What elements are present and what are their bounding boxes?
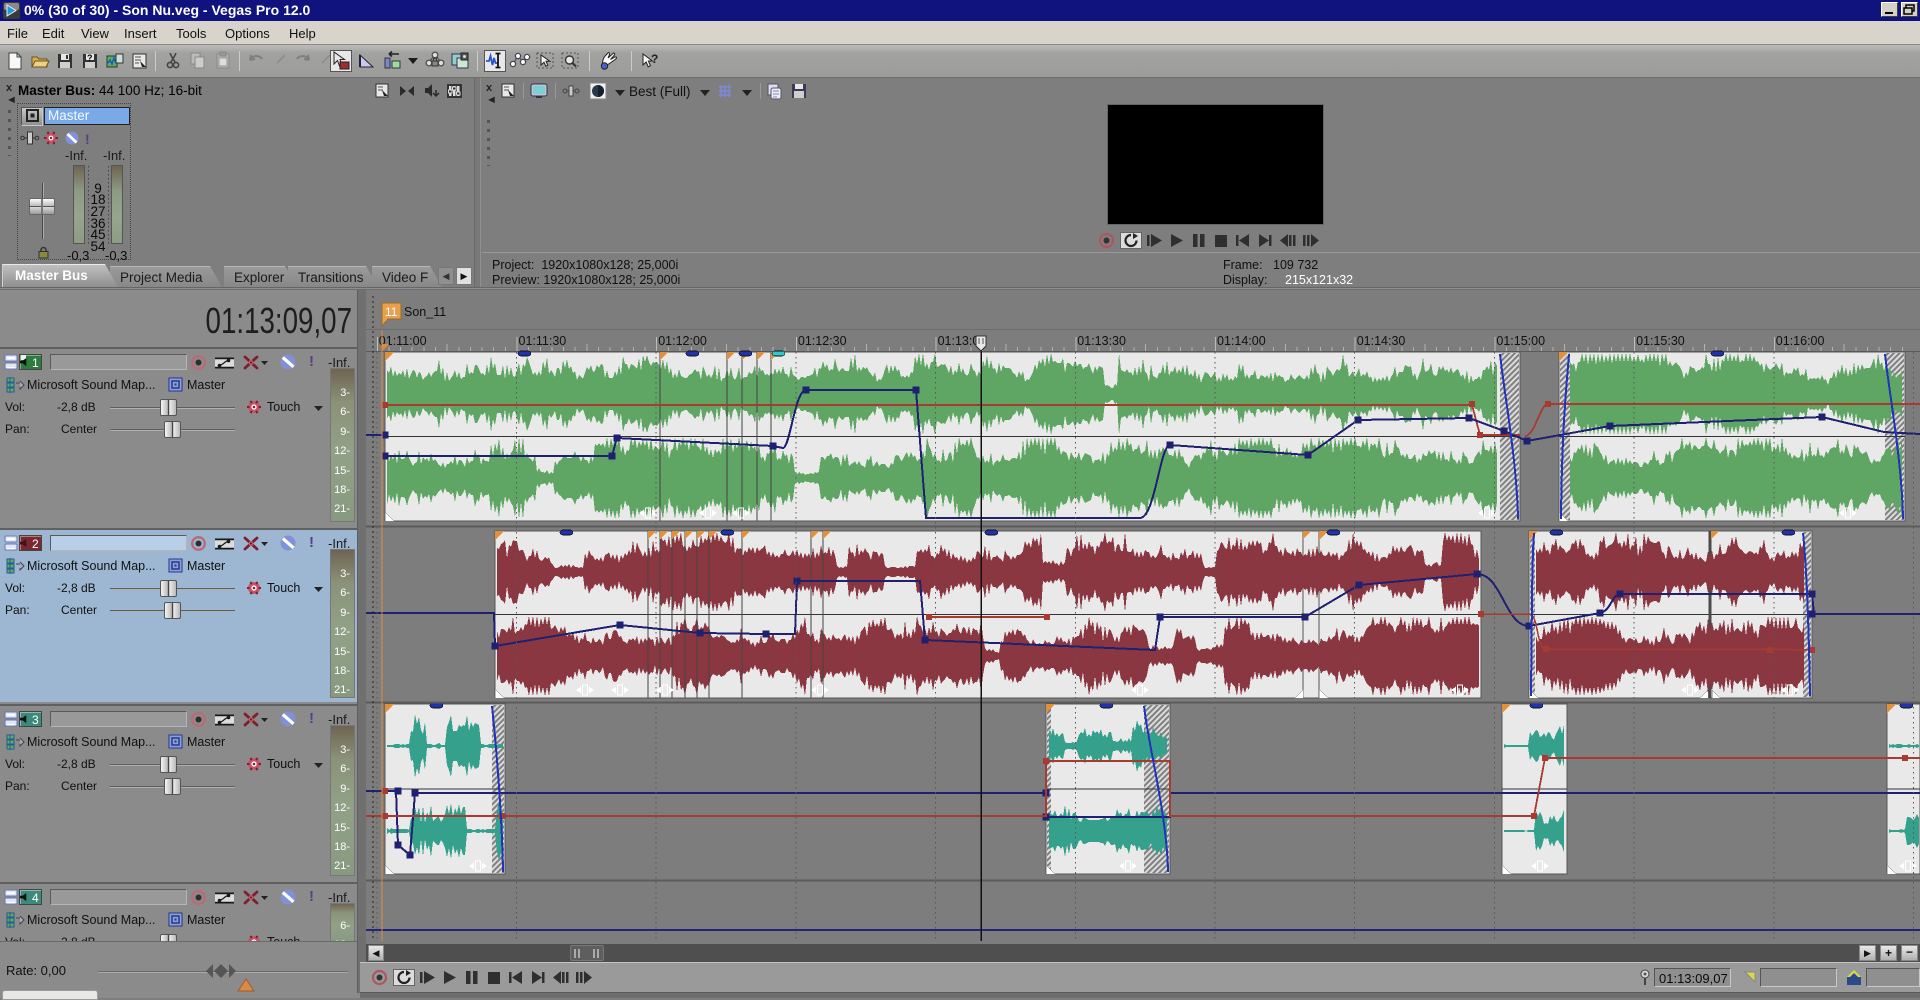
svg-text:01:13:30: 01:13:30 [1077, 334, 1126, 348]
svg-text:11: 11 [385, 305, 398, 319]
svg-text:01:14:30: 01:14:30 [1357, 334, 1406, 348]
svg-text:01:15:00: 01:15:00 [1496, 334, 1545, 348]
svg-text:!: ! [85, 131, 90, 146]
svg-text:01:12:30: 01:12:30 [798, 334, 847, 348]
svg-text:01:12:00: 01:12:00 [658, 334, 707, 348]
svg-text:01:15:30: 01:15:30 [1636, 334, 1685, 348]
svg-text:?: ? [651, 52, 658, 66]
svg-text:01:16:00: 01:16:00 [1776, 334, 1825, 348]
svg-text:01:14:00: 01:14:00 [1217, 334, 1266, 348]
svg-text:Son_11: Son_11 [404, 305, 446, 319]
svg-text:01:11:30: 01:11:30 [519, 334, 567, 348]
svg-text:?: ? [87, 53, 93, 63]
